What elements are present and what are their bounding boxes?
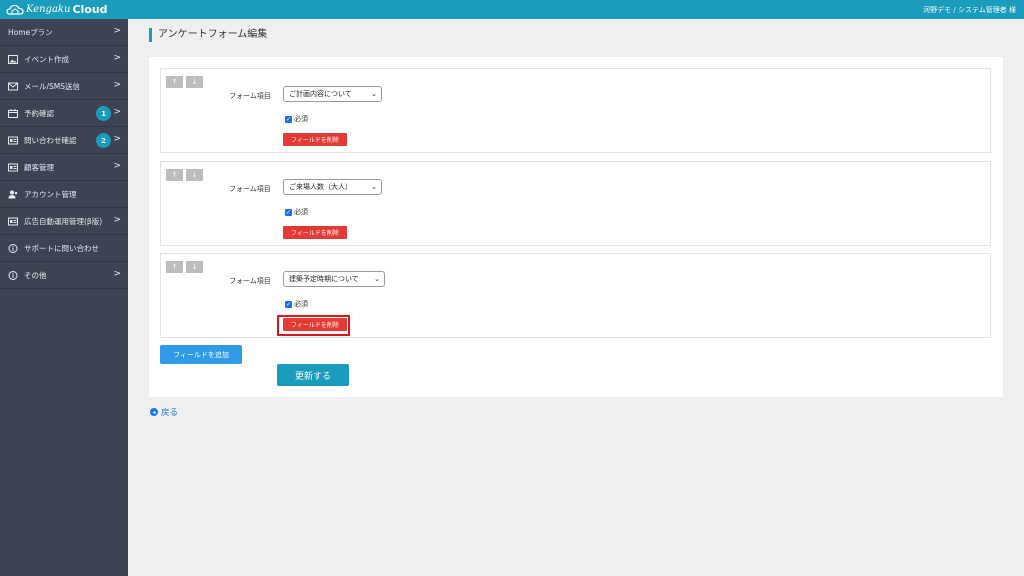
delete-field-button[interactable]: フィールドを削除 xyxy=(283,133,347,146)
sidebar: Homeプラン > イベント作成 > メール/SMS送信 > 予約確認 1 > … xyxy=(0,19,128,576)
required-label: 必須 xyxy=(294,208,308,216)
calendar-icon xyxy=(8,108,18,118)
move-down-button[interactable]: ↓ xyxy=(186,76,203,88)
sidebar-item-ad-management[interactable]: 広告自動運用管理(β版) > xyxy=(0,208,128,235)
move-down-button[interactable]: ↓ xyxy=(186,169,203,181)
chevron-right-icon: > xyxy=(113,269,121,279)
sidebar-item-reservations[interactable]: 予約確認 1 > xyxy=(0,100,128,127)
select-value: ご来場人数（大人） xyxy=(289,183,352,191)
form-item-select[interactable]: ご来場人数（大人） ⌄ xyxy=(283,179,382,195)
form-field-row: ↑ ↓ フォーム項目 ご計画内容について ⌄ ✓ 必須 フィールドを削除 xyxy=(160,68,991,153)
sidebar-item-event-create[interactable]: イベント作成 > xyxy=(0,46,128,73)
sidebar-item-accounts[interactable]: アカウント管理 xyxy=(0,181,128,208)
back-label: 戻る xyxy=(161,408,179,418)
checkmark-icon: ✓ xyxy=(285,208,292,216)
sidebar-item-label: サポートに問い合わせ xyxy=(24,243,99,253)
sidebar-item-label: 予約確認 xyxy=(24,108,54,118)
required-checkbox[interactable]: ✓ 必須 xyxy=(285,207,308,217)
sidebar-item-label: Homeプラン xyxy=(8,27,53,37)
form-item-select[interactable]: ご計画内容について ⌄ xyxy=(283,86,382,102)
required-checkbox[interactable]: ✓ 必須 xyxy=(285,114,308,124)
kengaku-cloud-logo[interactable]: Kengaku Cloud xyxy=(6,2,108,17)
user-name[interactable]: 河野デモ / システム管理者 様 xyxy=(923,5,1016,15)
chevron-right-icon: > xyxy=(113,161,121,171)
arrow-left-circle-icon: ◂ xyxy=(150,408,158,416)
form-item-select[interactable]: 建築予定時期について ⌄ xyxy=(283,271,385,287)
mail-icon xyxy=(8,82,18,91)
required-checkbox[interactable]: ✓ 必須 xyxy=(285,299,308,309)
info-icon xyxy=(8,270,18,280)
move-up-button[interactable]: ↑ xyxy=(166,76,183,88)
sidebar-item-label: 顧客管理 xyxy=(24,162,54,172)
chevron-right-icon: > xyxy=(113,107,121,117)
id-card-icon xyxy=(8,163,18,172)
chevron-right-icon: > xyxy=(113,80,121,90)
highlight-box xyxy=(277,315,350,336)
checkmark-icon: ✓ xyxy=(285,300,292,308)
move-up-button[interactable]: ↑ xyxy=(166,169,183,181)
field-label: フォーム項目 xyxy=(229,277,271,285)
select-value: 建築予定時期について xyxy=(289,275,359,283)
select-value: ご計画内容について xyxy=(289,90,352,98)
notification-badge: 1 xyxy=(96,106,111,121)
sidebar-item-home-plan[interactable]: Homeプラン > xyxy=(0,19,128,46)
add-field-button[interactable]: フィールドを追加 xyxy=(160,345,242,364)
sidebar-item-label: イベント作成 xyxy=(24,54,69,64)
info-icon xyxy=(8,243,18,253)
sidebar-item-label: アカウント管理 xyxy=(24,189,77,199)
chevron-right-icon: > xyxy=(113,134,121,144)
sidebar-item-label: メール/SMS送信 xyxy=(24,81,81,91)
sidebar-item-other[interactable]: その他 > xyxy=(0,262,128,289)
form-field-row: ↑ ↓ フォーム項目 ご来場人数（大人） ⌄ ✓ 必須 フィールドを削除 xyxy=(160,161,991,246)
field-label: フォーム項目 xyxy=(229,185,271,193)
chevron-right-icon: > xyxy=(113,215,121,225)
field-label: フォーム項目 xyxy=(229,92,271,100)
top-bar: Kengaku Cloud 河野デモ / システム管理者 様 xyxy=(0,0,1024,19)
checkmark-icon: ✓ xyxy=(285,115,292,123)
notification-badge: 2 xyxy=(96,133,111,148)
sidebar-item-label: 問い合わせ確認 xyxy=(24,135,77,145)
delete-field-button[interactable]: フィールドを削除 xyxy=(283,226,347,239)
sidebar-item-inquiries[interactable]: 問い合わせ確認 2 > xyxy=(0,127,128,154)
logo-text: Kengaku xyxy=(26,4,71,15)
sidebar-item-label: 広告自動運用管理(β版) xyxy=(24,216,103,226)
move-down-button[interactable]: ↓ xyxy=(186,261,203,273)
required-label: 必須 xyxy=(294,115,308,123)
sidebar-item-customers[interactable]: 顧客管理 > xyxy=(0,154,128,181)
sidebar-item-support[interactable]: サポートに問い合わせ xyxy=(0,235,128,262)
chevron-right-icon: > xyxy=(113,53,121,63)
logo-bold-text: Cloud xyxy=(72,3,108,16)
id-card-icon xyxy=(8,217,18,226)
id-card-icon xyxy=(8,136,18,145)
chevron-down-icon: ⌄ xyxy=(371,90,377,98)
form-panel: ↑ ↓ フォーム項目 ご計画内容について ⌄ ✓ 必須 フィールドを削除 ↑ ↓… xyxy=(149,57,1003,397)
update-button[interactable]: 更新する xyxy=(277,364,349,386)
image-icon xyxy=(8,54,18,64)
move-up-button[interactable]: ↑ xyxy=(166,261,183,273)
back-link[interactable]: ◂ 戻る xyxy=(150,406,178,418)
required-label: 必須 xyxy=(294,300,308,308)
users-icon xyxy=(8,190,18,199)
cloud-icon xyxy=(6,4,24,15)
chevron-down-icon: ⌄ xyxy=(371,183,377,191)
chevron-down-icon: ⌄ xyxy=(374,275,380,283)
chevron-right-icon: > xyxy=(113,26,121,36)
page-title: アンケートフォーム編集 xyxy=(149,28,267,42)
sidebar-item-mail-sms[interactable]: メール/SMS送信 > xyxy=(0,73,128,100)
sidebar-item-label: その他 xyxy=(24,270,47,280)
